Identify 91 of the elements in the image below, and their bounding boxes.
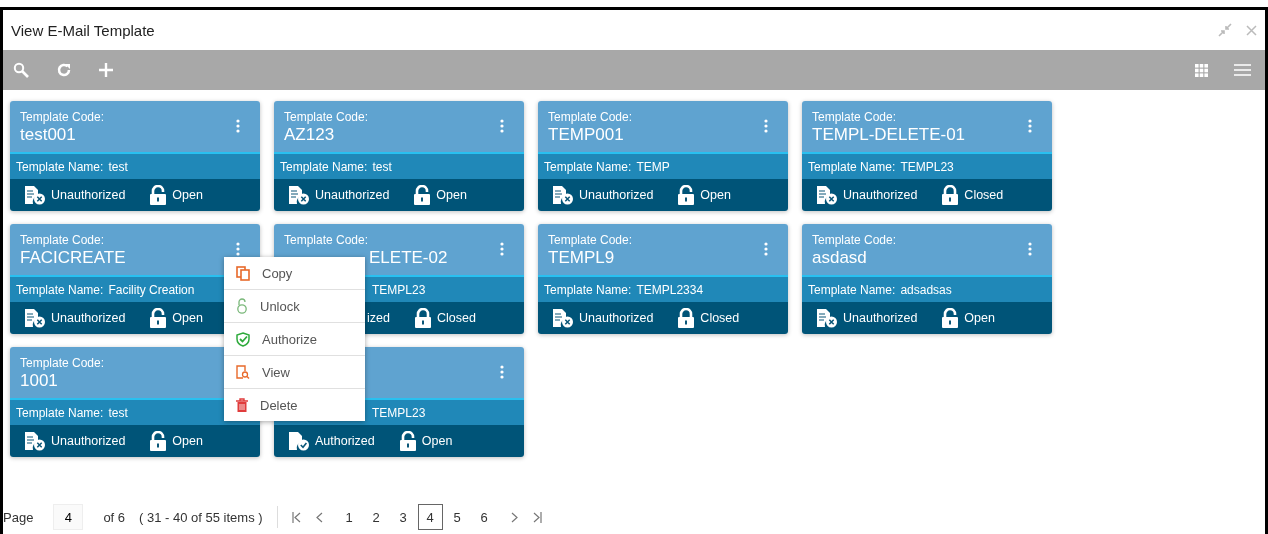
more-icon[interactable]	[500, 365, 504, 379]
template-name: TEMPL23	[371, 282, 426, 297]
template-name: Facility Creation	[108, 282, 195, 297]
first-page-icon[interactable]	[291, 511, 302, 523]
template-code: asdasd	[812, 247, 868, 269]
more-icon[interactable]	[764, 242, 768, 256]
name-label: Template Name:	[16, 159, 104, 174]
more-icon[interactable]	[500, 119, 504, 133]
template-code: ELETE-02	[368, 247, 449, 269]
more-icon[interactable]	[1028, 242, 1032, 256]
unlock-icon	[236, 298, 248, 314]
page-input[interactable]: 4	[53, 504, 84, 530]
more-icon[interactable]	[236, 119, 240, 133]
shield-check-icon	[236, 331, 250, 347]
auth-status: Unauthorized	[51, 434, 126, 448]
lock-status: Open	[436, 188, 467, 202]
close-icon[interactable]	[1246, 24, 1257, 36]
name-label: Template Name:	[808, 282, 896, 297]
lock-status: Closed	[964, 188, 1004, 202]
auth-status: Unauthorized	[843, 188, 918, 202]
template-code: TEMPL9	[548, 247, 616, 269]
auth-status: Unauthorized	[579, 311, 654, 325]
auth-status: Unauthorized	[51, 311, 126, 325]
lock-status: Open	[964, 311, 995, 325]
auth-status: Authorized	[315, 434, 375, 448]
auth-status: ized	[367, 311, 390, 325]
auth-status: Unauthorized	[579, 188, 654, 202]
auth-status: Unauthorized	[843, 311, 918, 325]
lock-status: Closed	[700, 311, 740, 325]
lock-status: Open	[172, 434, 203, 448]
copy-icon	[236, 265, 250, 281]
item-range: ( 31 - 40 of 55 items )	[139, 509, 263, 525]
page-count: of 6	[103, 509, 126, 525]
name-label: Template Name:	[16, 282, 104, 297]
auth-status: Unauthorized	[315, 188, 390, 202]
list-view-icon[interactable]	[1234, 64, 1251, 76]
add-icon[interactable]	[98, 62, 114, 78]
lock-status: Open	[172, 188, 203, 202]
more-icon[interactable]	[236, 242, 240, 256]
template-code: test001	[20, 124, 77, 146]
template-name: test	[108, 405, 128, 420]
code-label: Template Code:	[812, 233, 898, 247]
lock-status: Closed	[436, 311, 476, 325]
window-title: View E-Mail Template	[11, 21, 155, 39]
name-label: Template Name:	[544, 159, 632, 174]
name-label: Template Name:	[544, 282, 632, 297]
template-code: FACICREATE	[20, 247, 127, 269]
page-button[interactable]: 6	[471, 504, 497, 530]
template-name: TEMPL2334	[636, 282, 704, 297]
document-search-icon	[236, 364, 250, 380]
template-code: TEMPL-DELETE-01	[812, 124, 967, 146]
code-label: Template Code:	[20, 233, 106, 247]
code-label: Template Code:	[284, 110, 370, 124]
template-name: TEMPL23	[900, 159, 954, 174]
lock-status: Open	[172, 311, 203, 325]
lock-status: Open	[700, 188, 731, 202]
next-page-icon[interactable]	[510, 511, 518, 523]
page-label: Page	[3, 509, 34, 525]
page-button[interactable]: 4	[417, 504, 443, 530]
template-name: adsadsas	[900, 282, 952, 297]
template-code: TEMP001	[548, 124, 625, 146]
template-name: test	[372, 159, 392, 174]
more-icon[interactable]	[764, 119, 768, 133]
code-label: Template Code:	[812, 110, 898, 124]
page-button[interactable]: 3	[390, 504, 416, 530]
grid-view-icon[interactable]	[1195, 63, 1208, 77]
more-icon[interactable]	[1028, 119, 1032, 133]
refresh-icon[interactable]	[56, 62, 72, 78]
page-button[interactable]: 1	[336, 504, 362, 530]
lock-status: Open	[421, 434, 453, 448]
template-name: TEMP	[636, 159, 670, 174]
code-label: Template Code:	[548, 233, 634, 247]
code-label: Template Code:	[20, 356, 106, 370]
more-icon[interactable]	[500, 242, 504, 256]
code-label: Template Code:	[20, 110, 106, 124]
previous-page-icon[interactable]	[315, 511, 323, 523]
name-label: Template Name:	[16, 405, 104, 420]
last-page-icon[interactable]	[531, 511, 542, 523]
code-label: Template Code:	[548, 110, 634, 124]
template-code: 1001	[20, 370, 59, 392]
search-icon[interactable]	[13, 61, 30, 79]
auth-status: Unauthorized	[51, 188, 126, 202]
collapse-icon[interactable]	[1218, 23, 1232, 37]
name-label: Template Name:	[280, 159, 368, 174]
code-label: Template Code:	[284, 233, 370, 247]
template-code: AZ123	[284, 124, 336, 146]
page-button[interactable]: 5	[444, 504, 470, 530]
template-name: test	[108, 159, 128, 174]
name-label: Template Name:	[808, 159, 896, 174]
trash-icon	[236, 397, 248, 413]
page-button[interactable]: 2	[363, 504, 389, 530]
